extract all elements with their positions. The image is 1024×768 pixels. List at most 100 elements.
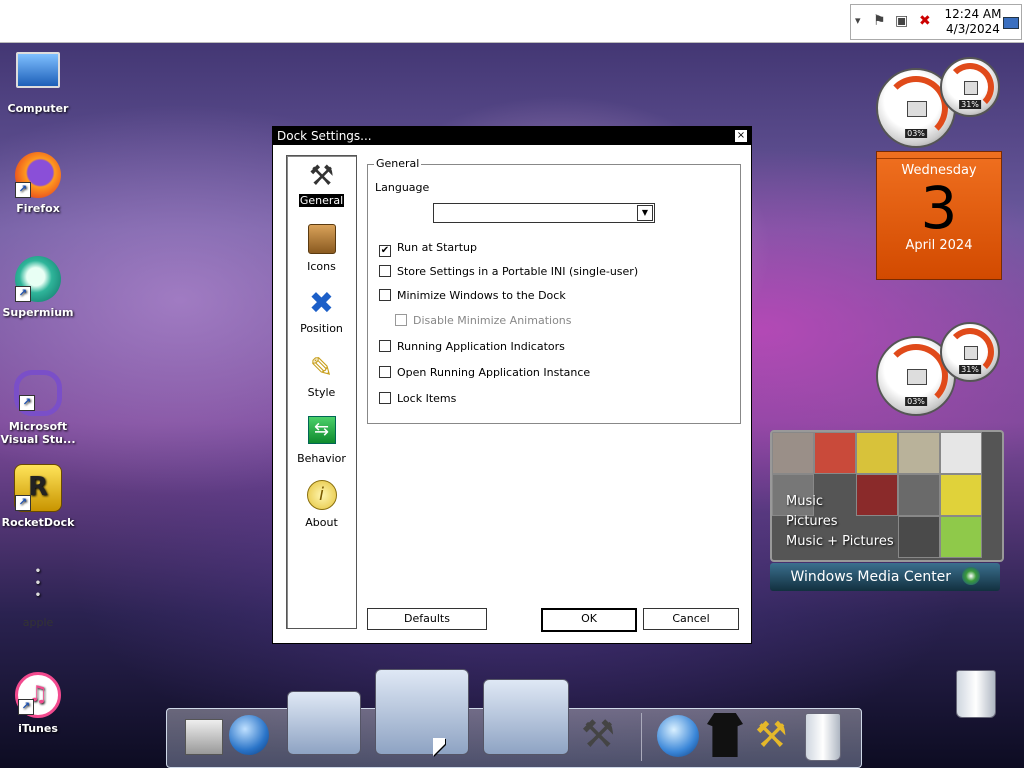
- option-run-at-startup[interactable]: ✔ Run at Startup: [379, 241, 477, 257]
- desktop-icon-label: Firefox: [16, 202, 60, 215]
- recycle-bin-icon[interactable]: [805, 713, 841, 761]
- ram-gauge: 31%: [940, 57, 1000, 117]
- checkbox[interactable]: [395, 314, 407, 326]
- media-center-brand-bar[interactable]: Windows Media Center: [770, 563, 1000, 591]
- show-desktop-icon[interactable]: [1003, 17, 1019, 29]
- memory-chip-icon: [964, 81, 978, 95]
- muted-speaker-icon[interactable]: ✖: [919, 13, 931, 29]
- settings-nav: ⚒ General Icons ✖ Position ✎ Style ⇆ Beh…: [286, 155, 357, 629]
- language-label: Language: [375, 181, 430, 194]
- tools-icon: ⚒: [308, 159, 335, 192]
- info-icon: i: [306, 480, 337, 510]
- tools-icon[interactable]: ⚒: [581, 711, 623, 757]
- media-center-gadget[interactable]: Music Pictures Music + Pictures: [770, 430, 1004, 562]
- close-button[interactable]: ×: [734, 129, 748, 143]
- defaults-button[interactable]: Defaults: [367, 608, 487, 630]
- network-icon[interactable]: ▣: [895, 13, 908, 29]
- shortcut-arrow-icon: ↗: [15, 495, 31, 511]
- shirt-icon[interactable]: [707, 713, 743, 757]
- option-running-indicators[interactable]: Running Application Indicators: [379, 340, 565, 353]
- option-open-running-instance[interactable]: Open Running Application Instance: [379, 366, 590, 379]
- nav-position[interactable]: ✖ Position: [287, 288, 356, 336]
- desktop-icon-firefox[interactable]: ↗ Firefox: [0, 152, 76, 215]
- media-item-music-pictures[interactable]: Music + Pictures: [786, 532, 894, 552]
- shortcut-arrow-icon: ↗: [18, 699, 34, 715]
- option-label: Lock Items: [397, 392, 457, 405]
- windows-orb-icon: [961, 567, 980, 585]
- nav-about[interactable]: i About: [287, 480, 356, 529]
- nav-label: Position: [300, 322, 343, 335]
- tray-date: 4/3/2024: [946, 22, 1000, 36]
- tray-clock[interactable]: 12:24 AM 4/3/2024: [943, 7, 1003, 37]
- nav-general[interactable]: ⚒ General: [287, 160, 356, 207]
- ram-value: 31%: [959, 100, 981, 110]
- ram-value: 31%: [959, 365, 981, 375]
- cpu-value: 03%: [905, 397, 927, 407]
- option-minimize-to-dock[interactable]: Minimize Windows to the Dock: [379, 289, 566, 302]
- option-label: Run at Startup: [397, 241, 477, 254]
- nav-label: General: [298, 194, 345, 207]
- checkbox[interactable]: [379, 366, 391, 378]
- calendar-rings: [877, 152, 1001, 159]
- desktop-icon-computer[interactable]: Computer: [0, 52, 76, 115]
- media-tile: [898, 474, 940, 516]
- cancel-button[interactable]: Cancel: [643, 608, 739, 630]
- flag-icon[interactable]: ⚑: [873, 13, 886, 29]
- option-label: Minimize Windows to the Dock: [397, 289, 566, 302]
- media-item-music[interactable]: Music: [786, 492, 894, 512]
- dock-separator: [641, 713, 642, 761]
- media-tile: [940, 516, 982, 558]
- desktop-icon-visual-studio[interactable]: ↗ Microsoft Visual Stu...: [0, 370, 76, 446]
- chevron-down-icon[interactable]: ▾: [855, 14, 861, 27]
- ram-gauge: 31%: [940, 322, 1000, 382]
- nav-icons[interactable]: Icons: [287, 224, 356, 273]
- checkbox[interactable]: [379, 289, 391, 301]
- desktop-icon-supermium[interactable]: ↗ Supermium: [0, 256, 76, 319]
- media-tile: [898, 432, 940, 474]
- desktop-icon-apple[interactable]: • • • apple: [0, 566, 76, 629]
- music-folder-icon[interactable]: [375, 669, 469, 755]
- chevron-down-icon[interactable]: ▼: [637, 205, 653, 221]
- nav-behavior[interactable]: ⇆ Behavior: [287, 416, 356, 465]
- option-lock-items[interactable]: Lock Items: [379, 392, 456, 405]
- language-select[interactable]: ▼: [433, 203, 655, 223]
- calendar-day: 3: [920, 174, 958, 242]
- rocketdock-icon: R ↗: [14, 464, 62, 512]
- media-tile: [898, 516, 940, 558]
- supermium-icon: ↗: [15, 256, 61, 302]
- option-portable-ini[interactable]: Store Settings in a Portable INI (single…: [379, 265, 638, 278]
- checkbox-checked-icon[interactable]: ✔: [379, 245, 391, 257]
- desktop-icon-itunes[interactable]: ♫ ↗ iTunes: [0, 672, 76, 735]
- option-disable-minimize-animations[interactable]: Disable Minimize Animations: [395, 314, 572, 327]
- checkbox[interactable]: [379, 265, 391, 277]
- box-icon: [307, 224, 336, 254]
- desktop-icon-label: RocketDock: [1, 516, 75, 529]
- desktop-icon-rocketdock[interactable]: R ↗ RocketDock: [0, 464, 76, 529]
- pictures-folder-icon[interactable]: [483, 679, 569, 755]
- nav-style[interactable]: ✎ Style: [287, 352, 356, 400]
- documents-folder-icon[interactable]: [287, 691, 361, 755]
- checkbox[interactable]: [379, 340, 391, 352]
- media-item-pictures[interactable]: Pictures: [786, 512, 894, 532]
- media-tile: [940, 474, 982, 516]
- nav-label: About: [305, 516, 338, 529]
- computer-icon: [16, 52, 60, 88]
- globe-icon[interactable]: [657, 715, 699, 757]
- recycle-bin-desktop-icon[interactable]: [956, 670, 996, 718]
- checkbox[interactable]: [379, 392, 391, 404]
- hammer-icon[interactable]: ⚒: [755, 715, 797, 757]
- top-menubar: ▾ ⚑ ▣ ✖ 12:24 AM 4/3/2024: [0, 0, 1024, 43]
- option-label: Running Application Indicators: [397, 340, 565, 353]
- system-tray: ▾ ⚑ ▣ ✖ 12:24 AM 4/3/2024: [850, 4, 1022, 40]
- cpu-chip-icon: [907, 101, 927, 117]
- apple-logo-icon[interactable]: [14, 6, 42, 36]
- group-title: General: [374, 157, 422, 170]
- desktop-icon-label: iTunes: [18, 722, 58, 735]
- mouse-cursor-icon: [433, 738, 445, 756]
- globe-icon[interactable]: [229, 715, 269, 755]
- ok-button[interactable]: OK: [541, 608, 637, 632]
- monitor-icon[interactable]: [185, 719, 223, 755]
- shortcut-arrow-icon: ↗: [19, 395, 35, 411]
- nav-label: Icons: [307, 260, 336, 273]
- calendar-gadget[interactable]: Wednesday 3 April 2024: [876, 151, 1002, 280]
